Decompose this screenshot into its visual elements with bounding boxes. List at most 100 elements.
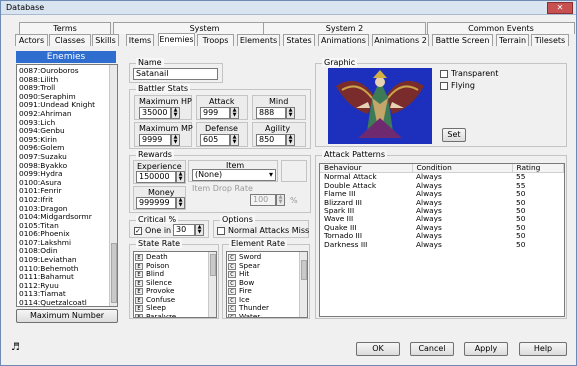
state-rate-scrollbar[interactable] xyxy=(208,252,216,317)
help-button[interactable]: Help xyxy=(519,342,567,356)
enemies-scrollbar[interactable] xyxy=(109,65,117,306)
mind-box: Mind 888 ▲ ▼ xyxy=(252,95,306,120)
tab-animations-2[interactable]: Animations 2 xyxy=(372,34,429,46)
tab-items[interactable]: Items xyxy=(126,34,154,46)
element-rate-group: Element Rate C Sword C Spear C Hit C Bow C Fire C I… xyxy=(222,239,310,319)
ok-button[interactable]: OK xyxy=(356,342,400,356)
flying-checkbox[interactable] xyxy=(440,82,448,90)
defense-input[interactable]: 605 xyxy=(200,134,230,146)
defense-label: Defense xyxy=(205,124,238,133)
name-label: Name xyxy=(136,58,164,67)
defense-box: Defense 605 ▲ ▼ xyxy=(196,122,248,147)
enemies-header: Enemies xyxy=(16,51,116,63)
tab-tilesets[interactable]: Tilesets xyxy=(531,34,569,46)
cancel-button[interactable]: Cancel xyxy=(410,342,454,356)
name-input[interactable]: Satanail xyxy=(133,68,218,80)
state-rate-group: State Rate E Death E Poison E Blind E Silence E P… xyxy=(129,239,219,319)
set-graphic-button[interactable]: Set xyxy=(442,128,466,142)
element-rate-item[interactable]: C Thunder xyxy=(227,303,299,313)
element-rate-item[interactable]: C Water xyxy=(227,311,299,318)
tab-animations[interactable]: Animations xyxy=(318,34,369,46)
element-rate-item[interactable]: C Fire xyxy=(227,286,299,296)
element-rate-item[interactable]: C Spear xyxy=(227,261,299,271)
maxmp-label: Maximum MP xyxy=(139,124,193,133)
maximum-number-button[interactable]: Maximum Number xyxy=(16,309,118,323)
battler-stats-group: Battler Stats Maximum HP 35000 ▲ ▼ Attack… xyxy=(129,84,311,149)
critical-checkbox[interactable]: ✓ xyxy=(134,227,142,235)
maxmp-input[interactable]: 9999 xyxy=(139,134,171,146)
rewards-group: Rewards Experience 150000 ▲ ▼ Money 99999… xyxy=(129,150,311,213)
rate-letter-icon: C xyxy=(228,279,236,287)
agility-spinner[interactable]: ▲ ▼ xyxy=(286,134,295,146)
tab-classes[interactable]: Classes xyxy=(49,34,91,46)
item-drop-rate-spinner[interactable]: ▲ ▼ xyxy=(276,194,285,206)
enemies-scroll-thumb[interactable] xyxy=(111,243,117,303)
tab-common-events[interactable]: Common Events xyxy=(427,22,575,34)
tab-elements[interactable]: Elements xyxy=(237,34,280,46)
element-rate-listbox[interactable]: C Sword C Spear C Hit C Bow C Fire C Ice C Thunder C Wa… xyxy=(226,251,308,318)
defense-spinner[interactable]: ▲ ▼ xyxy=(230,134,239,146)
money-input[interactable]: 999999 xyxy=(136,197,176,209)
state-rate-listbox[interactable]: E Death E Poison E Blind E Silence E Provoke E Conf… xyxy=(133,251,217,318)
money-box: Money 999999 ▲ ▼ xyxy=(133,186,186,210)
title-bar[interactable]: Database ✕ xyxy=(1,1,576,15)
element-rate-scroll-thumb[interactable] xyxy=(301,260,307,280)
apply-button[interactable]: Apply xyxy=(464,342,508,356)
maxhp-box: Maximum HP 35000 ▲ ▼ xyxy=(134,95,192,120)
critical-group: Critical % ✓ One in 30 ▲ ▼ xyxy=(129,215,209,238)
rate-name: Water xyxy=(239,311,261,318)
maxmp-spinner[interactable]: ▲ ▼ xyxy=(171,134,180,146)
mind-spinner[interactable]: ▲ ▼ xyxy=(286,107,295,119)
tab-terrain[interactable]: Terrain xyxy=(496,34,529,46)
element-rate-item[interactable]: C Sword xyxy=(227,252,299,262)
element-rate-item[interactable]: C Bow xyxy=(227,278,299,288)
experience-spinner[interactable]: ▲ ▼ xyxy=(176,171,185,183)
state-rate-item[interactable]: E Paralyze xyxy=(134,312,208,317)
money-spinner[interactable]: ▲ ▼ xyxy=(176,197,185,209)
tab-terms[interactable]: Terms xyxy=(19,22,111,34)
window-title: Database xyxy=(6,3,45,12)
experience-input[interactable]: 150000 xyxy=(136,171,176,183)
element-rate-item[interactable]: C Hit xyxy=(227,269,299,279)
maxhp-spinner[interactable]: ▲ ▼ xyxy=(171,107,180,119)
close-button[interactable]: ✕ xyxy=(547,2,573,14)
mind-input[interactable]: 888 xyxy=(256,107,286,119)
enemies-listbox[interactable]: 0087:Ouroboros 0088:Lilith 0089:Troll 0090:… xyxy=(16,64,118,307)
transparent-checkbox[interactable] xyxy=(440,70,448,78)
item-drop-rate-input[interactable]: 100 xyxy=(250,194,276,206)
state-rate-scroll-thumb[interactable] xyxy=(210,254,216,276)
music-icon[interactable]: ♬ xyxy=(11,342,20,353)
maxhp-input[interactable]: 35000 xyxy=(139,107,171,119)
tab-skills[interactable]: Skills xyxy=(92,34,119,46)
tab-actors[interactable]: Actors xyxy=(15,34,48,46)
item-extra-box xyxy=(281,160,307,182)
rate-letter-icon: C xyxy=(228,254,236,261)
rate-letter-icon: E xyxy=(135,288,143,295)
element-rate-scrollbar[interactable] xyxy=(299,252,307,317)
rating-cell: 50 xyxy=(516,239,526,249)
agility-label: Agility xyxy=(265,124,291,133)
tab-states[interactable]: States xyxy=(283,34,315,46)
attack-pattern-row[interactable]: Darkness III Always 50 xyxy=(320,239,564,249)
attack-box: Attack 999 ▲ ▼ xyxy=(196,95,248,120)
rate-letter-icon: C xyxy=(228,296,236,304)
agility-input[interactable]: 850 xyxy=(256,134,286,146)
condition-cell: Always xyxy=(416,239,442,249)
tab-battle-screen[interactable]: Battle Screen xyxy=(432,34,493,46)
attack-patterns-table[interactable]: Behaviour Condition Rating Normal Attack… xyxy=(319,163,565,317)
attack-input[interactable]: 999 xyxy=(200,107,230,119)
enemy-graphic-image[interactable] xyxy=(328,68,432,144)
tab-enemies[interactable]: Enemies xyxy=(158,33,195,46)
tab-system-2[interactable]: System 2 xyxy=(263,22,426,34)
battler-stats-label: Battler Stats xyxy=(136,84,191,93)
tab-troops[interactable]: Troops xyxy=(197,34,234,46)
normal-attacks-miss-checkbox[interactable] xyxy=(217,227,225,235)
critical-spinner[interactable]: ▲ ▼ xyxy=(195,224,204,236)
attack-spinner[interactable]: ▲ ▼ xyxy=(230,107,239,119)
item-select[interactable]: (None) ▾ xyxy=(192,169,276,181)
item-drop-rate-label: Item Drop Rate xyxy=(192,184,253,193)
critical-input[interactable]: 30 xyxy=(173,224,195,236)
element-rate-label: Element Rate xyxy=(229,239,288,248)
enemy-list-item[interactable]: 0114:Quetzalcoatl xyxy=(17,298,109,306)
mind-label: Mind xyxy=(269,97,289,106)
